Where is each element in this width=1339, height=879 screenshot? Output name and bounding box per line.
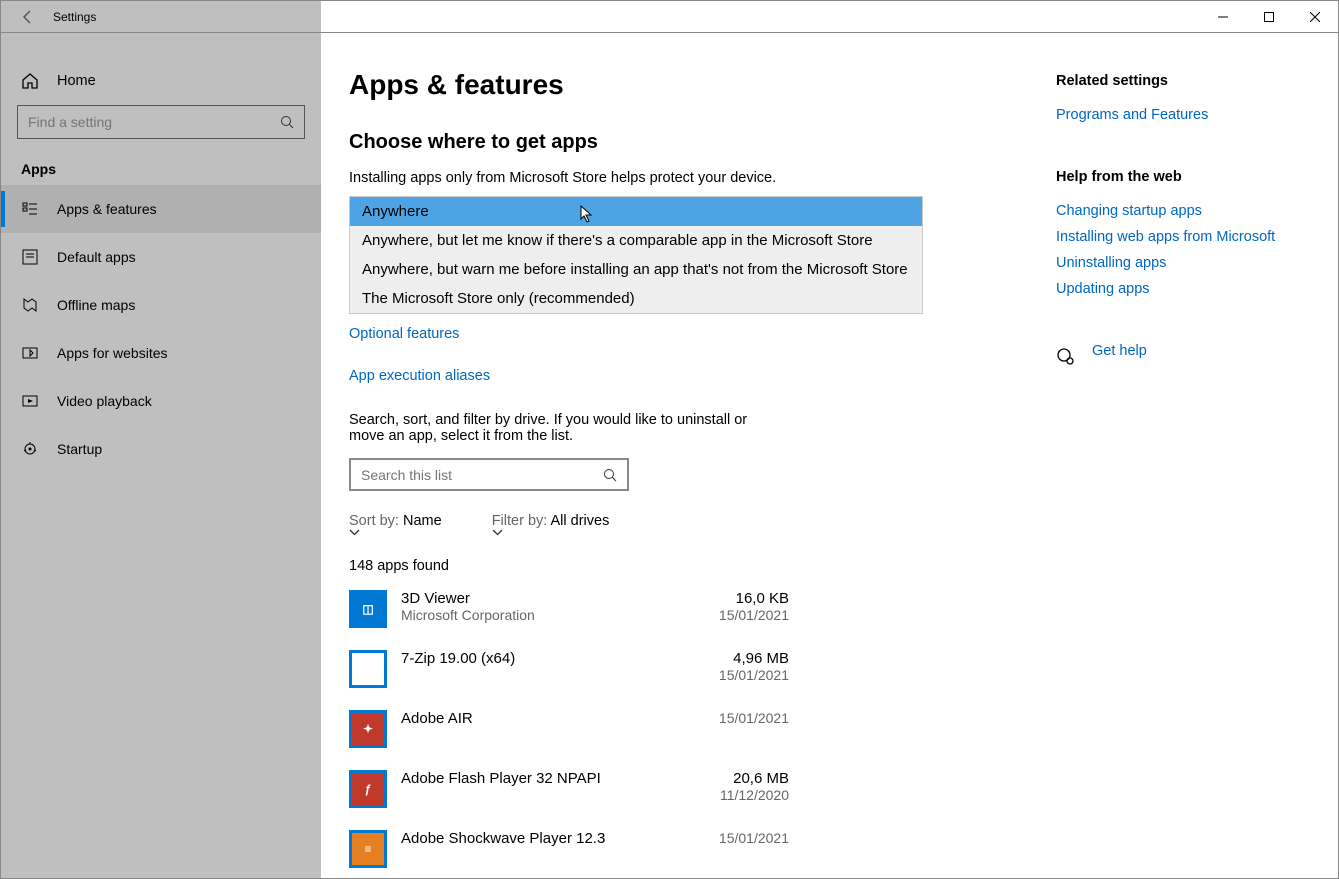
app-row[interactable]: ≡ Adobe Shockwave Player 12.315/01/2021 bbox=[349, 830, 789, 878]
help-link[interactable]: Updating apps bbox=[1056, 281, 1318, 297]
filter-by-dropdown[interactable]: Filter by: All drives bbox=[492, 513, 620, 536]
find-setting-input[interactable] bbox=[28, 114, 267, 130]
home-button[interactable]: Home bbox=[1, 57, 321, 105]
app-icon: ƒ bbox=[349, 770, 387, 808]
nav-item-startup[interactable]: Startup bbox=[1, 425, 321, 473]
right-panel: Related settings Programs and Features H… bbox=[1048, 33, 1338, 878]
nav-icon bbox=[21, 393, 39, 409]
content-area: Apps & features Choose where to get apps… bbox=[321, 33, 1048, 878]
help-from-web-heading: Help from the web bbox=[1056, 169, 1318, 185]
search-icon bbox=[280, 115, 294, 129]
app-execution-aliases-link[interactable]: App execution aliases bbox=[349, 368, 1028, 384]
close-button[interactable] bbox=[1292, 1, 1338, 33]
chevron-down-icon bbox=[492, 529, 620, 536]
settings-window: Settings Home bbox=[0, 0, 1339, 879]
app-name: Adobe Shockwave Player 12.3 bbox=[401, 830, 669, 847]
nav-label: Default apps bbox=[57, 249, 136, 265]
app-publisher: Microsoft Corporation bbox=[401, 607, 669, 623]
search-icon bbox=[603, 468, 617, 482]
nav-label: Offline maps bbox=[57, 297, 135, 313]
app-name: Adobe Flash Player 32 NPAPI bbox=[401, 770, 669, 787]
programs-and-features-link[interactable]: Programs and Features bbox=[1056, 107, 1318, 123]
nav-label: Video playback bbox=[57, 393, 152, 409]
app-row[interactable]: ✦ Adobe AIR15/01/2021 bbox=[349, 710, 789, 770]
app-icon: ✦ bbox=[349, 710, 387, 748]
titlebar: Settings bbox=[1, 1, 1338, 33]
choose-heading: Choose where to get apps bbox=[349, 131, 1028, 154]
app-name: 3D Viewer bbox=[401, 590, 669, 607]
list-description: Search, sort, and filter by drive. If yo… bbox=[349, 412, 769, 444]
app-size: 4,96 MB bbox=[669, 650, 789, 667]
nav-icon bbox=[21, 297, 39, 313]
nav-icon bbox=[21, 249, 39, 265]
app-name: Adobe AIR bbox=[401, 710, 669, 727]
app-date: 15/01/2021 bbox=[669, 607, 789, 623]
sort-by-dropdown[interactable]: Sort by: Name bbox=[349, 513, 452, 536]
cursor-icon bbox=[580, 205, 594, 223]
app-date: 15/01/2021 bbox=[669, 710, 789, 726]
app-icon: ◫ bbox=[349, 590, 387, 628]
app-icon: ≡ bbox=[349, 830, 387, 868]
help-icon bbox=[1056, 347, 1074, 365]
nav-icon bbox=[21, 441, 39, 457]
dropdown-option[interactable]: The Microsoft Store only (recommended) bbox=[350, 284, 922, 313]
nav-item-video-playback[interactable]: Video playback bbox=[1, 377, 321, 425]
app-size: 20,6 MB bbox=[669, 770, 789, 787]
nav-label: Apps for websites bbox=[57, 345, 168, 361]
help-link[interactable]: Installing web apps from Microsoft bbox=[1056, 229, 1318, 245]
dropdown-option[interactable]: Anywhere bbox=[350, 197, 922, 226]
app-list-search-input[interactable] bbox=[361, 467, 591, 483]
home-icon bbox=[21, 72, 39, 90]
dropdown-option[interactable]: Anywhere, but warn me before installing … bbox=[350, 255, 922, 284]
section-label: Apps bbox=[1, 153, 321, 185]
nav-item-offline-maps[interactable]: Offline maps bbox=[1, 281, 321, 329]
app-date: 15/01/2021 bbox=[669, 667, 789, 683]
help-link[interactable]: Changing startup apps bbox=[1056, 203, 1318, 219]
app-date: 11/12/2020 bbox=[669, 787, 789, 803]
app-icon: 7z bbox=[349, 650, 387, 688]
related-settings-heading: Related settings bbox=[1056, 73, 1318, 89]
dropdown-option[interactable]: Anywhere, but let me know if there's a c… bbox=[350, 226, 922, 255]
app-source-dropdown[interactable]: AnywhereAnywhere, but let me know if the… bbox=[349, 196, 923, 314]
nav-item-default-apps[interactable]: Default apps bbox=[1, 233, 321, 281]
app-name: 7-Zip 19.00 (x64) bbox=[401, 650, 669, 667]
app-row[interactable]: 7z 7-Zip 19.00 (x64)4,96 MB15/01/2021 bbox=[349, 650, 789, 710]
back-icon[interactable] bbox=[21, 10, 35, 24]
nav-label: Startup bbox=[57, 441, 102, 457]
apps-count: 148 apps found bbox=[349, 558, 1028, 574]
sidebar: Home Apps Apps & features Default apps Off… bbox=[1, 33, 321, 878]
get-help-link[interactable]: Get help bbox=[1092, 343, 1147, 359]
find-setting-search[interactable] bbox=[17, 105, 305, 139]
app-list-search[interactable] bbox=[349, 458, 629, 491]
window-title: Settings bbox=[53, 10, 96, 24]
app-size: 16,0 KB bbox=[669, 590, 789, 607]
minimize-button[interactable] bbox=[1200, 1, 1246, 33]
app-date: 15/01/2021 bbox=[669, 830, 789, 846]
maximize-button[interactable] bbox=[1246, 1, 1292, 33]
optional-features-link[interactable]: Optional features bbox=[349, 326, 1028, 342]
app-row[interactable]: ◫ 3D ViewerMicrosoft Corporation16,0 KB15… bbox=[349, 590, 789, 650]
nav-item-apps-features[interactable]: Apps & features bbox=[1, 185, 321, 233]
nav-icon bbox=[21, 345, 39, 361]
choose-description: Installing apps only from Microsoft Stor… bbox=[349, 170, 1028, 186]
chevron-down-icon bbox=[349, 529, 452, 536]
app-row[interactable]: ƒ Adobe Flash Player 32 NPAPI20,6 MB11/12… bbox=[349, 770, 789, 830]
help-link[interactable]: Uninstalling apps bbox=[1056, 255, 1318, 271]
app-list: ◫3D ViewerMicrosoft Corporation16,0 KB15… bbox=[349, 590, 1028, 878]
home-label: Home bbox=[57, 73, 96, 89]
page-title: Apps & features bbox=[349, 69, 1028, 101]
nav-icon bbox=[21, 201, 39, 217]
nav-item-apps-for-websites[interactable]: Apps for websites bbox=[1, 329, 321, 377]
nav-label: Apps & features bbox=[57, 201, 157, 217]
